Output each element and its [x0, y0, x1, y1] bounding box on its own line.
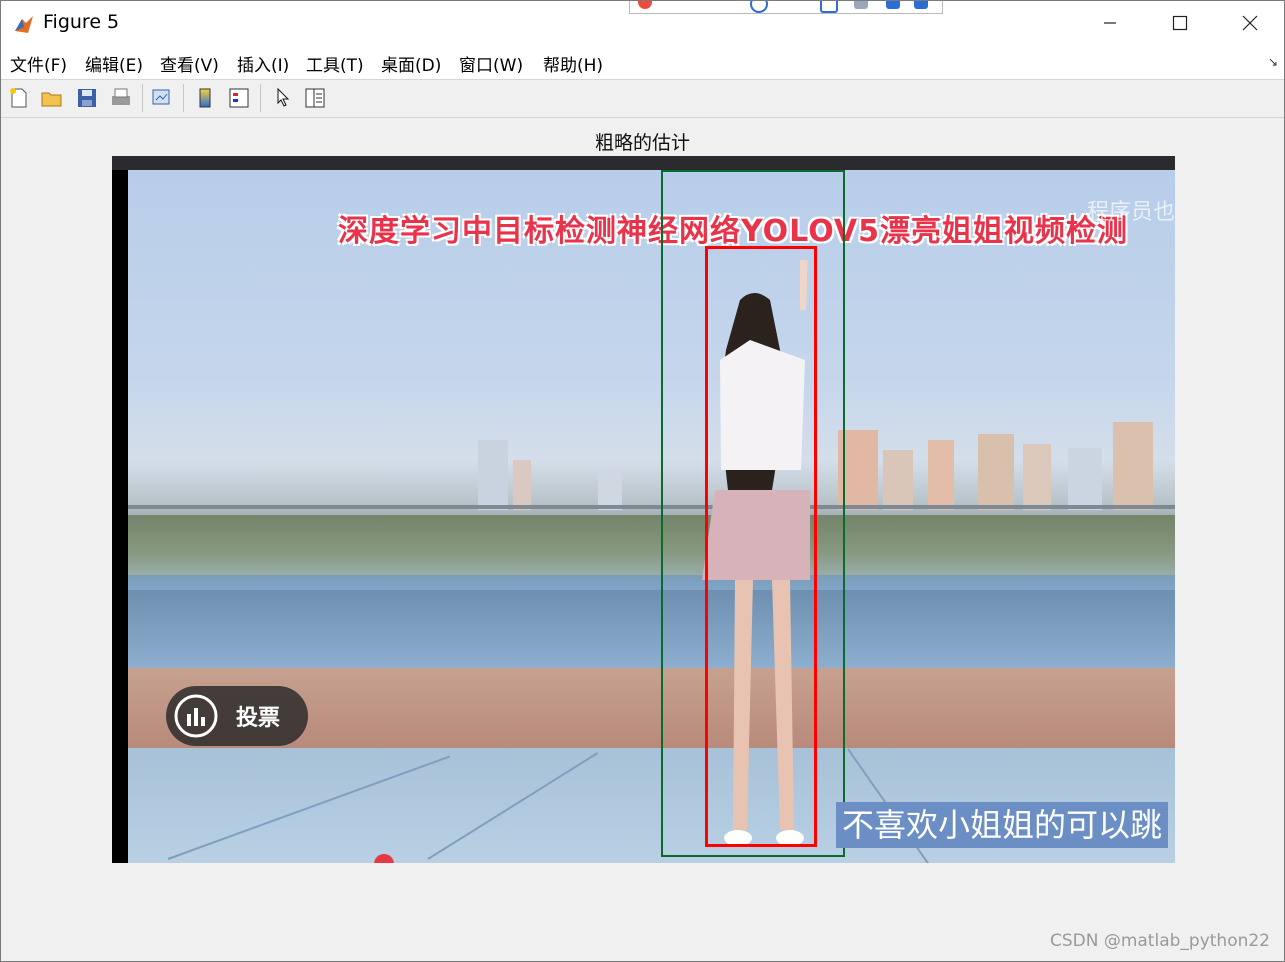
river	[128, 590, 1175, 668]
print-button[interactable]	[107, 84, 135, 112]
floating-toolbar-overlay	[629, 1, 943, 14]
edit-plot-button[interactable]	[268, 84, 296, 112]
link-plot-button[interactable]	[148, 84, 176, 112]
toolbar-separator	[260, 84, 261, 112]
window-title: Figure 5	[43, 11, 120, 33]
title-bar[interactable]: Figure 5	[1, 1, 1284, 45]
menu-tools[interactable]: 工具(T)	[306, 51, 364, 76]
tree-line	[128, 515, 1175, 575]
property-inspector-icon	[305, 88, 325, 108]
open-file-button[interactable]	[38, 84, 66, 112]
menu-view[interactable]: 查看(V)	[160, 51, 219, 76]
dock-arrow-icon[interactable]: ↘	[1268, 55, 1278, 69]
video-watermark: 程序员也	[1086, 200, 1175, 225]
menu-bar: 文件(F) 编辑(E) 查看(V) 插入(I) 工具(T) 桌面(D) 窗口(W…	[1, 45, 1284, 80]
colorbar-button[interactable]	[191, 84, 219, 112]
detection-box-red	[705, 246, 817, 847]
menu-insert[interactable]: 插入(I)	[237, 51, 289, 76]
figure-toolbar	[1, 80, 1284, 118]
matlab-icon	[15, 16, 33, 33]
maximize-icon	[1172, 15, 1188, 31]
minimize-icon	[1104, 22, 1116, 24]
menu-window[interactable]: 窗口(W)	[459, 51, 523, 76]
link-plot-icon	[152, 89, 170, 105]
video-subtitle: 不喜欢小姐姐的可以跳	[836, 802, 1169, 848]
menu-edit[interactable]: 编辑(E)	[85, 51, 143, 76]
vote-button[interactable]: 投票	[166, 686, 308, 746]
save-icon	[78, 89, 96, 107]
save-button[interactable]	[73, 84, 101, 112]
menu-file[interactable]: 文件(F)	[10, 51, 67, 76]
close-button[interactable]	[1215, 1, 1285, 45]
city-skyline	[128, 420, 1175, 510]
toolbar-separator	[142, 84, 143, 112]
menu-help[interactable]: 帮助(H)	[543, 51, 603, 76]
vote-label: 投票	[236, 706, 281, 731]
video-frame: 深度学习中目标检测神经网络YOLOV5漂亮姐姐视频检测 程序员也 投票 不喜欢小…	[128, 170, 1175, 863]
legend-icon	[229, 88, 249, 108]
video-left-border	[112, 170, 128, 863]
figure-window: Figure 5 文件(F) 编辑(E) 查看(V) 插入(I) 工具(T) 桌…	[0, 0, 1285, 962]
property-inspector-button[interactable]	[301, 84, 329, 112]
close-icon	[1242, 15, 1258, 31]
new-figure-icon	[10, 88, 27, 108]
new-figure-button[interactable]	[5, 84, 33, 112]
edit-plot-icon	[277, 87, 290, 107]
image-display[interactable]: 深度学习中目标检测神经网络YOLOV5漂亮姐姐视频检测 程序员也 投票 不喜欢小…	[112, 156, 1175, 863]
axes-title: 粗略的估计	[594, 132, 690, 154]
csdn-credit: CSDN @matlab_python22	[1049, 931, 1270, 951]
print-icon	[112, 88, 130, 105]
colorbar-icon	[199, 88, 211, 108]
toolbar-separator	[183, 84, 184, 112]
minimize-button[interactable]	[1075, 1, 1145, 45]
maximize-button[interactable]	[1145, 1, 1215, 45]
legend-button[interactable]	[225, 84, 253, 112]
menu-desktop[interactable]: 桌面(D)	[381, 51, 441, 76]
railing	[128, 505, 1175, 509]
open-file-icon	[41, 92, 62, 107]
bar-chart-icon	[174, 694, 218, 738]
